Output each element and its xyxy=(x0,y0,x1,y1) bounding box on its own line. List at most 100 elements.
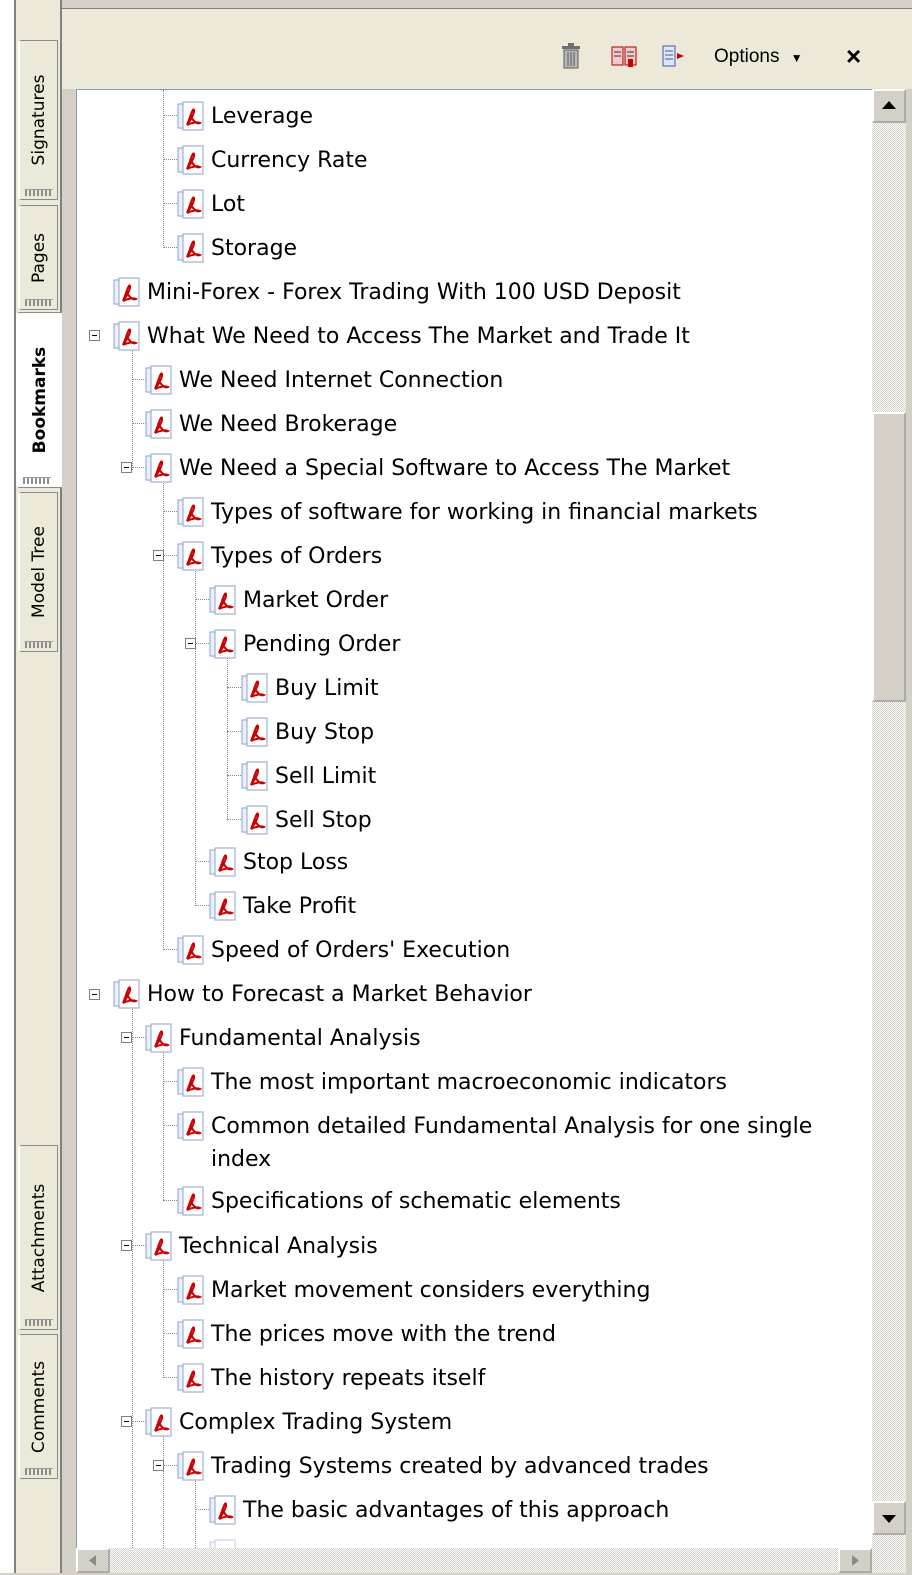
panel-splitter[interactable] xyxy=(906,89,912,1573)
tab-attachments[interactable]: Attachments xyxy=(18,1145,58,1330)
bookmark-item[interactable]: Mini-Forex - Forex Trading With 100 USD … xyxy=(113,272,681,312)
grip-icon xyxy=(25,1468,53,1475)
bookmark-label: The history repeats itself xyxy=(211,1365,486,1391)
bookmark-label: We Need Brokerage xyxy=(179,411,398,437)
pdf-bookmark-icon xyxy=(241,761,268,791)
bookmark-item[interactable]: Sell Limit xyxy=(241,756,376,796)
bookmark-item[interactable]: Fundamental Analysis xyxy=(145,1018,421,1058)
scroll-down-button[interactable] xyxy=(872,1501,906,1535)
pdf-bookmark-icon xyxy=(209,891,236,921)
trash-icon[interactable] xyxy=(560,43,582,75)
bookmark-label: How to Forecast a Market Behavior xyxy=(147,981,532,1007)
bookmark-item[interactable]: Pending Order xyxy=(209,624,400,664)
pdf-bookmark-icon xyxy=(177,541,204,571)
bookmark-item[interactable]: Market Order xyxy=(209,580,388,620)
collapse-toggle-icon[interactable] xyxy=(89,989,100,1000)
document-edge xyxy=(0,0,16,1573)
bookmark-item[interactable]: The basic advantages of this approach xyxy=(209,1490,669,1530)
bookmark-label: The prices move with the trend xyxy=(211,1321,556,1347)
tab-pages[interactable]: Pages xyxy=(18,205,58,310)
bookmark-item[interactable]: We Need Internet Connection xyxy=(145,360,503,400)
pdf-bookmark-icon xyxy=(177,101,204,131)
bookmark-label: The basic advantages of this approach xyxy=(243,1497,670,1523)
bookmark-label: Buy Stop xyxy=(275,719,375,745)
pdf-bookmark-icon xyxy=(177,1275,204,1305)
bookmark-item[interactable]: Types of software for working in financi… xyxy=(177,492,758,532)
bookmark-label: Specifications of schematic elements xyxy=(211,1188,621,1214)
pdf-bookmark-icon xyxy=(145,1023,172,1053)
bookmark-label: Buy Limit xyxy=(275,675,379,701)
collapse-toggle-icon[interactable] xyxy=(121,1032,132,1043)
options-menu-button[interactable]: Options ▼ xyxy=(714,46,803,68)
scroll-up-button[interactable] xyxy=(872,89,906,123)
bookmark-label: Take Profit xyxy=(243,893,357,919)
tab-label: Attachments xyxy=(28,1183,49,1292)
bookmark-item[interactable]: Lot xyxy=(177,184,245,224)
bookmark-label: We Need a Special Software to Access The… xyxy=(179,455,731,481)
bookmark-item[interactable]: Buy Stop xyxy=(241,712,374,752)
bookmark-item[interactable]: Sell Stop xyxy=(241,800,372,840)
collapse-toggle-icon[interactable] xyxy=(121,1416,132,1427)
bookmark-item[interactable]: We Need Brokerage xyxy=(145,404,397,444)
bookmark-item[interactable]: Trading Systems created by advanced trad… xyxy=(177,1446,709,1486)
pdf-bookmark-icon xyxy=(177,1451,204,1481)
bookmark-label: Trading Systems created by advanced trad… xyxy=(211,1453,709,1479)
collapse-toggle-icon[interactable] xyxy=(153,1460,164,1471)
grip-icon xyxy=(25,641,53,648)
bookmark-item[interactable]: We Need a Special Software to Access The… xyxy=(145,448,730,488)
bookmark-item[interactable]: The most important macroeconomic indicat… xyxy=(177,1062,727,1102)
bookmark-item[interactable]: Market movement considers everything xyxy=(177,1270,650,1310)
bookmark-item[interactable]: Storage xyxy=(177,228,297,268)
pdf-bookmark-icon xyxy=(145,1231,172,1261)
grip-icon xyxy=(25,1319,53,1326)
close-button[interactable]: × xyxy=(846,41,861,72)
tab-bookmarks[interactable]: Bookmarks xyxy=(16,312,62,488)
pdf-bookmark-icon xyxy=(177,1186,204,1216)
bookmark-label: The most important macroeconomic indicat… xyxy=(211,1069,728,1095)
bookmark-item[interactable]: Stop Loss xyxy=(209,842,348,882)
bookmark-label: Mini-Forex - Forex Trading With 100 USD … xyxy=(147,279,681,305)
bookmark-item[interactable]: Technical Analysis xyxy=(145,1226,378,1266)
bookmark-item[interactable]: Specifications of schematic elements xyxy=(177,1181,621,1221)
expand-bookmark-icon[interactable] xyxy=(662,45,688,73)
pdf-bookmark-icon xyxy=(241,717,268,747)
pdf-bookmark-icon xyxy=(145,365,172,395)
collapse-toggle-icon[interactable] xyxy=(185,638,196,649)
bookmark-item[interactable]: Common detailed Fundamental Analysis for… xyxy=(177,1106,857,1174)
scroll-left-button[interactable] xyxy=(76,1548,110,1573)
bookmark-item[interactable]: Complex Trading System xyxy=(145,1402,452,1442)
bookmark-item[interactable]: Take Profit xyxy=(209,886,356,926)
vertical-scrollbar[interactable] xyxy=(872,89,906,1573)
bookmark-label: Sell Limit xyxy=(275,763,377,789)
bookmark-item[interactable]: Currency Rate xyxy=(177,140,368,180)
bookmark-item[interactable]: How to Forecast a Market Behavior xyxy=(113,974,532,1014)
tab-model-tree[interactable]: Model Tree xyxy=(18,492,58,652)
bookmark-item[interactable]: Buy Limit xyxy=(241,668,379,708)
bookmark-item[interactable]: What We Need to Access The Market and Tr… xyxy=(113,316,690,356)
pdf-bookmark-icon xyxy=(209,585,236,615)
collapse-toggle-icon[interactable] xyxy=(121,462,132,473)
pdf-bookmark-icon xyxy=(145,409,172,439)
collapse-toggle-icon[interactable] xyxy=(89,330,100,341)
scroll-thumb[interactable] xyxy=(872,412,906,702)
bookmark-item[interactable]: Speed of Orders' Execution xyxy=(177,930,510,970)
bookmark-item[interactable]: Leverage xyxy=(177,96,313,136)
new-bookmark-icon[interactable] xyxy=(611,45,637,73)
arrow-left-icon xyxy=(89,1555,96,1566)
horizontal-scrollbar[interactable] xyxy=(76,1548,872,1573)
tab-comments[interactable]: Comments xyxy=(18,1334,58,1479)
tab-signatures[interactable]: Signatures xyxy=(18,40,58,200)
bookmark-label: Market Order xyxy=(243,587,389,613)
tab-label: Bookmarks xyxy=(30,346,50,454)
pdf-bookmark-icon xyxy=(177,497,204,527)
collapse-toggle-icon[interactable] xyxy=(121,1240,132,1251)
pdf-bookmark-icon xyxy=(177,935,204,965)
bookmark-item[interactable]: Types of Orders xyxy=(177,536,382,576)
bookmark-label: We Need Internet Connection xyxy=(179,367,504,393)
scroll-right-button[interactable] xyxy=(838,1548,872,1573)
collapse-toggle-icon[interactable] xyxy=(153,550,164,561)
bookmark-label: Fundamental Analysis xyxy=(179,1025,421,1051)
bookmark-item[interactable]: The history repeats itself xyxy=(177,1358,485,1398)
bookmarks-toolbar: Options ▼ × xyxy=(62,9,912,89)
bookmark-item[interactable]: The prices move with the trend xyxy=(177,1314,556,1354)
